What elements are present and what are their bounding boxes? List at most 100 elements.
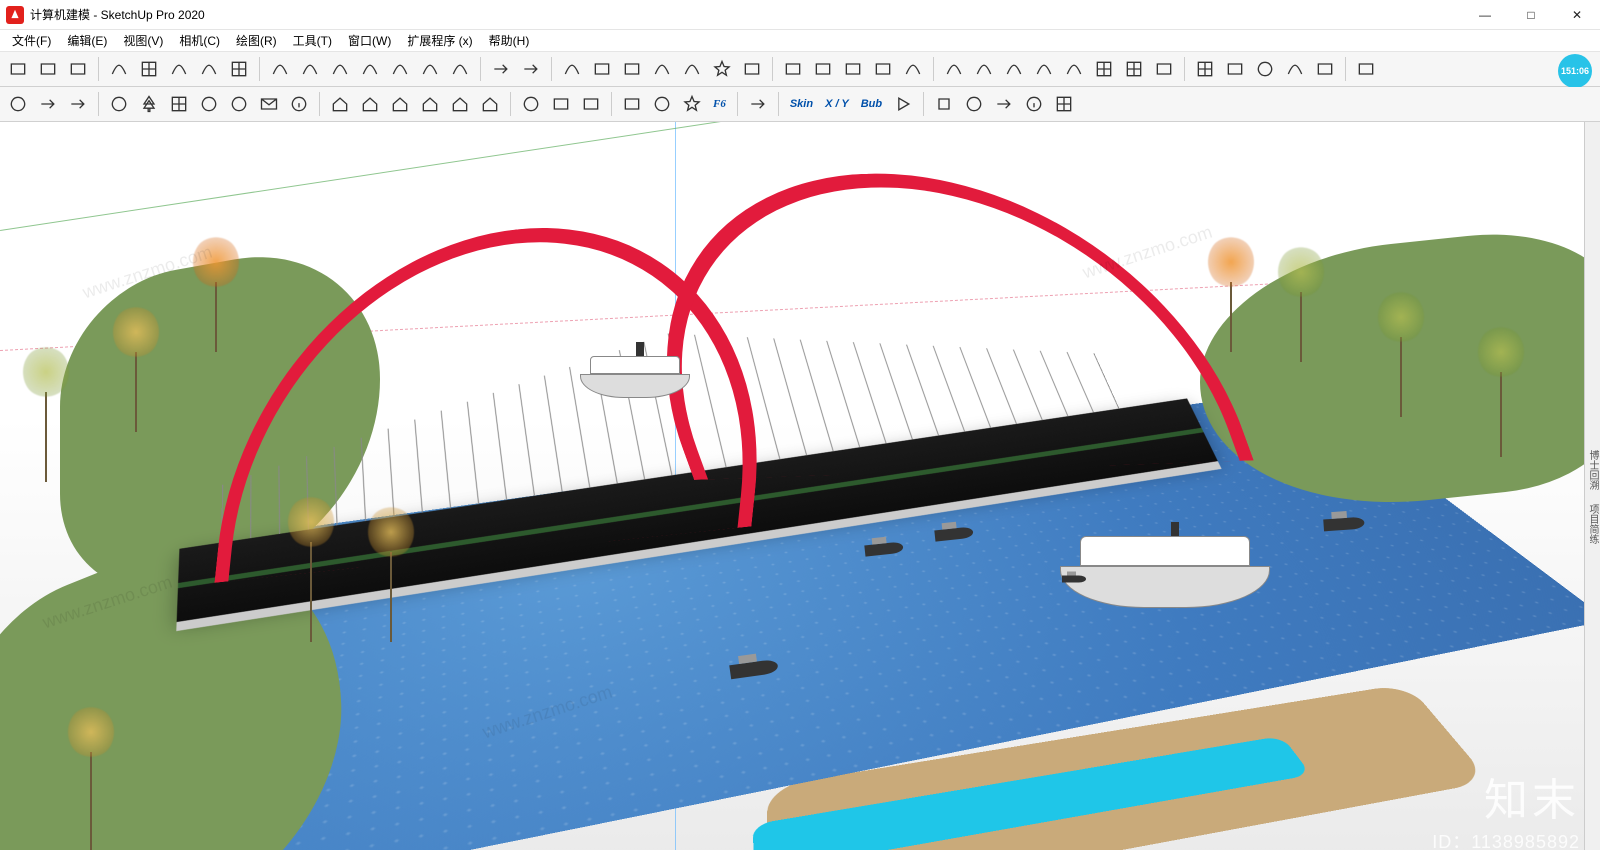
tree-5 [310, 542, 312, 642]
curve-d-button[interactable] [356, 55, 384, 83]
render-b-button[interactable] [577, 90, 605, 118]
curve-f-button[interactable] [416, 55, 444, 83]
side-tab-2[interactable]: 项目简练 [1587, 504, 1598, 544]
skin-button[interactable]: Skin [785, 90, 818, 118]
road-a-button[interactable] [899, 55, 927, 83]
play-button[interactable] [889, 90, 917, 118]
pattern-button[interactable] [165, 90, 193, 118]
panel-b-button[interactable] [1352, 55, 1380, 83]
arc-a-button[interactable] [648, 55, 676, 83]
export-button[interactable] [990, 90, 1018, 118]
bub-button[interactable]: Bub [856, 90, 887, 118]
tool-b-button[interactable] [869, 55, 897, 83]
f6-button[interactable]: F6 [708, 90, 731, 118]
house-e-button[interactable] [446, 90, 474, 118]
bezier-c-button[interactable] [1030, 55, 1058, 83]
sphere-button[interactable] [517, 90, 545, 118]
panel-a-button[interactable] [1311, 55, 1339, 83]
grid-button[interactable] [1120, 55, 1148, 83]
ext-stair-button[interactable] [165, 55, 193, 83]
house-a-button[interactable] [326, 90, 354, 118]
ext-curve-button[interactable] [105, 55, 133, 83]
comp-img-button[interactable] [779, 55, 807, 83]
ext-panel-button[interactable] [225, 55, 253, 83]
arc-b-button[interactable] [678, 55, 706, 83]
minimize-button[interactable]: — [1462, 0, 1508, 30]
gem-button[interactable] [678, 90, 706, 118]
color-button[interactable] [1050, 90, 1078, 118]
curve-e-button[interactable] [386, 55, 414, 83]
house-b-button[interactable] [356, 90, 384, 118]
shield-button[interactable] [618, 90, 646, 118]
curve-b-button[interactable] [296, 55, 324, 83]
spline-button[interactable] [558, 55, 586, 83]
info-button[interactable] [285, 90, 313, 118]
view-front-button[interactable] [4, 55, 32, 83]
menu-item-6[interactable]: 窗口(W) [340, 30, 399, 51]
curve-c-button[interactable] [326, 55, 354, 83]
grid-icon [1124, 59, 1144, 79]
comp-a-button[interactable] [738, 55, 766, 83]
toolbar-separator [259, 57, 260, 81]
road-b-button[interactable] [940, 55, 968, 83]
menu-item-2[interactable]: 视图(V) [115, 30, 171, 51]
tree-button[interactable] [135, 90, 163, 118]
pin-button[interactable] [1251, 55, 1279, 83]
menu-item-0[interactable]: 文件(F) [4, 30, 59, 51]
ext-terrain-button[interactable] [195, 55, 223, 83]
house-f-button[interactable] [476, 90, 504, 118]
tree-4 [215, 282, 217, 352]
close-button[interactable]: ✕ [1554, 0, 1600, 30]
xy-button[interactable]: X / Y [820, 90, 854, 118]
menu-item-5[interactable]: 工具(T) [285, 30, 340, 51]
menu-item-7[interactable]: 扩展程序 (x) [399, 30, 480, 51]
mirror-button[interactable] [1150, 55, 1178, 83]
import-button[interactable] [64, 90, 92, 118]
star-button[interactable] [708, 55, 736, 83]
door-button[interactable] [1221, 55, 1249, 83]
ext-hub-button[interactable] [4, 90, 32, 118]
arc-a-icon [652, 59, 672, 79]
render-a-button[interactable] [547, 90, 575, 118]
box-icon [592, 59, 612, 79]
dots-button[interactable] [1191, 55, 1219, 83]
add-circle-button[interactable] [105, 90, 133, 118]
stop-button[interactable] [930, 90, 958, 118]
box-button[interactable] [588, 55, 616, 83]
curve-g-button[interactable] [446, 55, 474, 83]
clip-button[interactable] [809, 55, 837, 83]
maximize-button[interactable]: □ [1508, 0, 1554, 30]
tool-a-button[interactable] [839, 55, 867, 83]
ext-column-button[interactable] [135, 55, 163, 83]
menu-item-1[interactable]: 编辑(E) [59, 30, 115, 51]
menu-item-8[interactable]: 帮助(H) [481, 30, 538, 51]
rec-button[interactable] [960, 90, 988, 118]
mail-button[interactable] [255, 90, 283, 118]
bezier-d-button[interactable] [1060, 55, 1088, 83]
extrude-button[interactable] [618, 55, 646, 83]
house-c-button[interactable] [386, 90, 414, 118]
view-model-button[interactable] [64, 55, 92, 83]
redo-icon [521, 59, 541, 79]
gears-button[interactable] [225, 90, 253, 118]
cursor-script-button[interactable] [744, 90, 772, 118]
sweep-button[interactable] [1281, 55, 1309, 83]
house-d-button[interactable] [416, 90, 444, 118]
bezier-a-button[interactable] [970, 55, 998, 83]
ring-button[interactable] [648, 90, 676, 118]
side-tab-1[interactable]: 博士回溯 [1587, 450, 1598, 490]
cloud-button[interactable] [195, 90, 223, 118]
view-iso-button[interactable] [34, 55, 62, 83]
side-panel-tabs[interactable]: 博士回溯 项目简练 [1584, 122, 1600, 850]
array-button[interactable] [1090, 55, 1118, 83]
sync-button[interactable] [34, 90, 62, 118]
curve-a-button[interactable] [266, 55, 294, 83]
undo-button[interactable] [487, 55, 515, 83]
menu-item-4[interactable]: 绘图(R) [228, 30, 285, 51]
model-viewport[interactable]: www.znzmo.com www.znzmo.com www.znzmo.co… [0, 122, 1600, 850]
redo-button[interactable] [517, 55, 545, 83]
help-button[interactable] [1020, 90, 1048, 118]
menu-item-3[interactable]: 相机(C) [171, 30, 228, 51]
comp-img-icon [783, 59, 803, 79]
bezier-b-button[interactable] [1000, 55, 1028, 83]
